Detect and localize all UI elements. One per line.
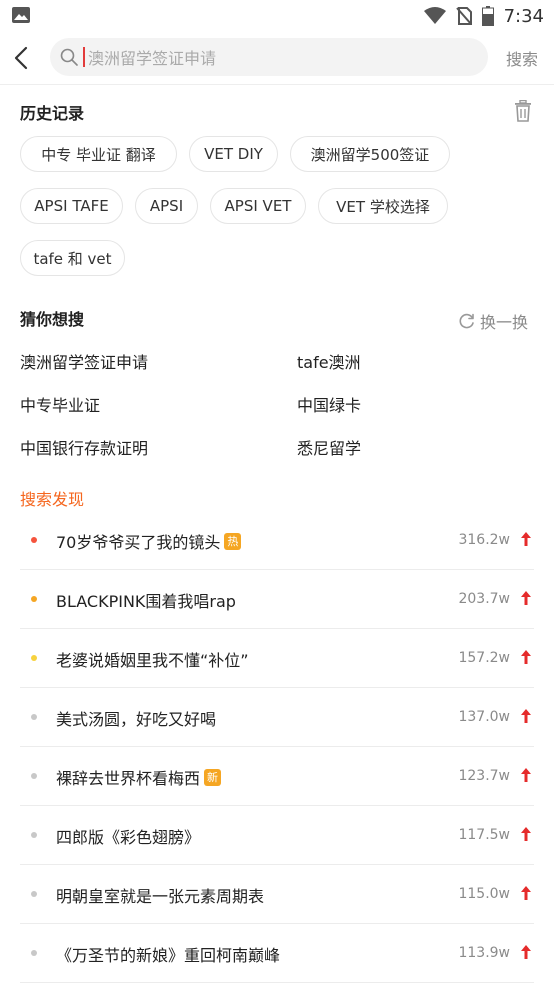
search-box[interactable] <box>50 38 488 78</box>
trend-title: 《万圣节的新娘》重回柯南巅峰 <box>56 942 280 966</box>
trend-title-text: 老婆说婚姻里我不懂“补位” <box>56 651 249 670</box>
trend-count: 113.9w <box>458 945 510 961</box>
trend-title-text: BLACKPINK围着我唱rap <box>56 592 236 611</box>
refresh-button[interactable]: 换一换 <box>458 309 528 333</box>
discover-title: 搜索发现 <box>20 490 85 509</box>
trend-row[interactable]: 四郎版《彩色翅膀》 117.5w <box>20 806 534 865</box>
wifi-icon <box>423 7 446 24</box>
search-bar: 搜索 <box>0 36 554 80</box>
trend-count: 117.5w <box>458 827 510 843</box>
trend-title: 明朝皇室就是一张元素周期表 <box>56 883 264 907</box>
trend-title: 四郎版《彩色翅膀》 <box>56 824 200 848</box>
rank-dot <box>31 596 37 602</box>
trend-count: 203.7w <box>458 591 510 607</box>
history-title: 历史记录 <box>20 104 85 123</box>
status-bar: 7:34 <box>0 0 554 32</box>
trend-title: BLACKPINK围着我唱rap <box>56 588 236 612</box>
trend-title-text: 明朝皇室就是一张元素周期表 <box>56 887 265 906</box>
guess-item[interactable]: 中专毕业证 <box>20 392 100 416</box>
trend-title-text: 四郎版《彩色翅膀》 <box>56 828 201 847</box>
trend-title: 老婆说婚姻里我不懂“补位” <box>56 647 249 671</box>
trend-row[interactable]: 明朝皇室就是一张元素周期表 115.0w <box>20 865 534 924</box>
search-input[interactable] <box>86 38 470 78</box>
header-divider <box>0 84 554 85</box>
history-chip[interactable]: 中专 毕业证 翻译 <box>20 136 177 172</box>
trend-row[interactable]: 裸辞去世界杯看梅西新 123.7w <box>20 747 534 806</box>
trend-count: 123.7w <box>458 768 510 784</box>
history-chip[interactable]: 澳洲留学500签证 <box>290 136 450 172</box>
rank-dot <box>31 832 37 838</box>
trend-up-arrow-icon <box>521 827 531 841</box>
trend-title-text: 美式汤圆，好吃又好喝 <box>56 710 217 729</box>
trend-count: 115.0w <box>458 886 510 902</box>
rank-dot <box>31 655 37 661</box>
history-chip[interactable]: APSI <box>135 188 198 224</box>
trend-count: 157.2w <box>458 650 510 666</box>
trend-up-arrow-icon <box>521 886 531 900</box>
refresh-icon <box>459 313 474 329</box>
rank-dot <box>31 537 37 543</box>
trend-count: 316.2w <box>458 532 510 548</box>
trend-count: 137.0w <box>458 709 510 725</box>
trend-up-arrow-icon <box>521 768 531 782</box>
trend-row[interactable]: BLACKPINK围着我唱rap 203.7w <box>20 570 534 629</box>
trend-up-arrow-icon <box>521 709 531 723</box>
guess-item[interactable]: 澳洲留学签证申请 <box>20 349 148 373</box>
history-chip[interactable]: APSI VET <box>210 188 306 224</box>
trend-row[interactable]: 美式汤圆，好吃又好喝 137.0w <box>20 688 534 747</box>
history-chip[interactable]: tafe 和 vet <box>20 240 125 276</box>
guess-item[interactable]: 中国银行存款证明 <box>20 435 148 459</box>
trend-row[interactable]: 《万圣节的新娘》重回柯南巅峰 113.9w <box>20 924 534 983</box>
trend-title: 70岁爷爷买了我的镜头热 <box>56 529 242 553</box>
rank-dot <box>31 714 37 720</box>
trend-up-arrow-icon <box>521 591 531 605</box>
clock-time: 7:34 <box>503 5 544 27</box>
trend-title-text: 《万圣节的新娘》重回柯南巅峰 <box>56 946 281 965</box>
rank-dot <box>31 950 37 956</box>
trend-title-text: 裸辞去世界杯看梅西 <box>56 769 201 788</box>
trend-title: 裸辞去世界杯看梅西新 <box>56 765 222 789</box>
history-chip[interactable]: VET 学校选择 <box>318 188 448 224</box>
trend-row[interactable]: 70岁爷爷买了我的镜头热 316.2w <box>20 511 534 570</box>
guess-title: 猜你想搜 <box>20 310 85 329</box>
trend-row[interactable]: 老婆说婚姻里我不懂“补位” 157.2w <box>20 629 534 688</box>
guess-item[interactable]: tafe澳洲 <box>297 349 361 373</box>
battery-icon <box>481 6 494 26</box>
trend-title-text: 70岁爷爷买了我的镜头 <box>56 533 221 552</box>
guess-item[interactable]: 悉尼留学 <box>297 435 361 459</box>
guess-item[interactable]: 中国绿卡 <box>297 392 361 416</box>
back-arrow-icon[interactable] <box>10 44 34 72</box>
trend-up-arrow-icon <box>521 945 531 959</box>
no-sim-icon <box>455 7 472 25</box>
image-icon <box>12 7 30 23</box>
refresh-label: 换一换 <box>480 313 529 332</box>
rank-dot <box>31 773 37 779</box>
hot-badge: 热 <box>224 532 242 550</box>
history-chip[interactable]: APSI TAFE <box>20 188 123 224</box>
history-chip[interactable]: VET DIY <box>189 136 278 172</box>
trend-up-arrow-icon <box>521 532 531 546</box>
trash-icon[interactable] <box>513 100 533 122</box>
text-cursor <box>83 47 85 67</box>
trend-up-arrow-icon <box>521 650 531 664</box>
new-badge: 新 <box>204 768 222 786</box>
search-icon <box>60 48 78 66</box>
search-button[interactable]: 搜索 <box>506 46 538 70</box>
trend-title: 美式汤圆，好吃又好喝 <box>56 706 216 730</box>
rank-dot <box>31 891 37 897</box>
